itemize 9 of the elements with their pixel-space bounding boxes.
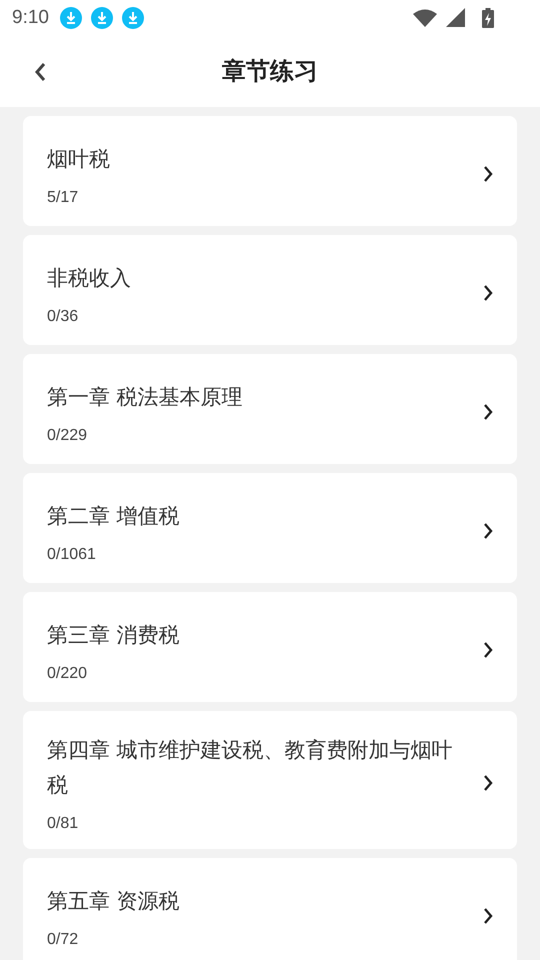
chapter-title: 第四章 城市维护建设税、教育费附加与烟叶税 xyxy=(47,737,454,799)
page-title: 章节练习 xyxy=(222,56,318,87)
chapter-title: 第五章 资源税 xyxy=(47,888,181,914)
chapter-title: 第二章 增值税 xyxy=(47,502,181,530)
chapter-title: 第一章 税法基本原理 xyxy=(47,384,244,410)
status-time: 9:10 xyxy=(12,6,49,28)
chapter-title: 烟叶税 xyxy=(47,146,111,172)
chapter-title: 第三章 消费税 xyxy=(47,622,181,648)
chapter-title: 非税收入 xyxy=(47,264,132,292)
